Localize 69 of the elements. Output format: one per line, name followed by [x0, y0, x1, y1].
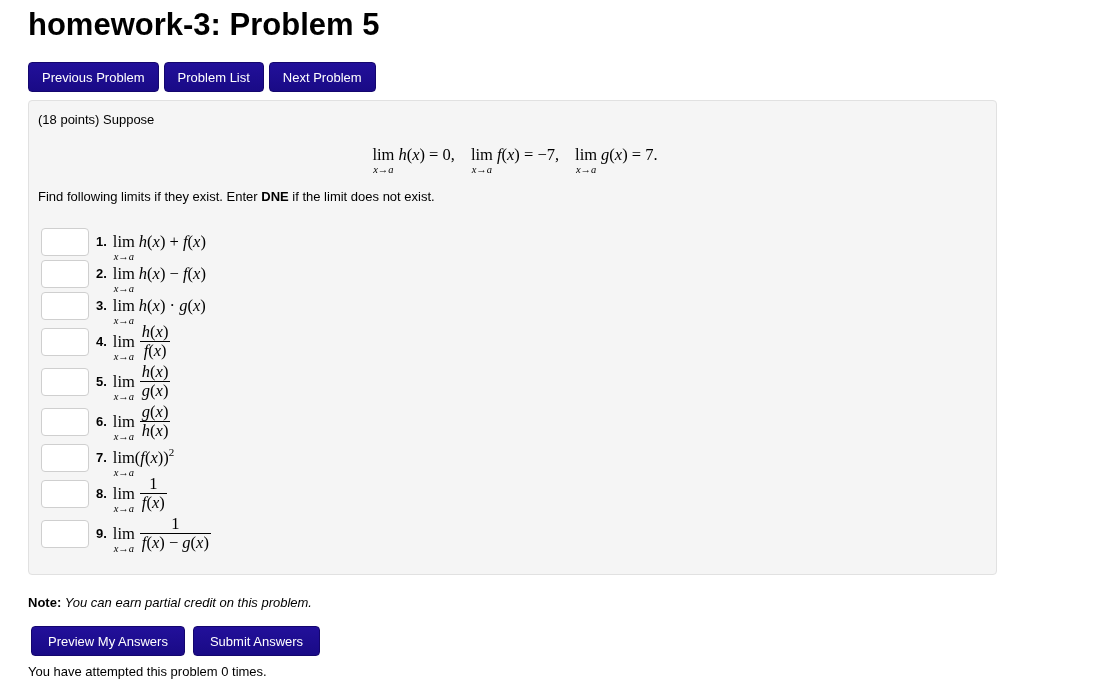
limit-operator: lim	[112, 484, 135, 503]
limit-subscript: x→a	[373, 164, 394, 175]
answer-field[interactable]	[41, 327, 89, 356]
action-button[interactable]: Submit Answers	[192, 626, 321, 656]
math-expression: g(x) = 7.	[601, 146, 658, 164]
limit-operator: lim	[112, 448, 135, 467]
limit-operator: lim	[112, 264, 135, 283]
nav-button[interactable]: Problem List	[163, 62, 264, 92]
part-number: 8.	[96, 486, 107, 501]
math-expression: h(x) = 0,	[398, 146, 455, 164]
note-text: Note: You can earn partial credit on this problem.	[28, 595, 313, 611]
part-number: 7.	[96, 450, 107, 465]
limit-operator: lim	[112, 372, 135, 391]
limit-operator: lim	[112, 412, 135, 431]
fraction-denominator: f(x)	[139, 341, 171, 360]
limit-subscript: x→a	[113, 350, 135, 362]
fraction-denominator: f(x)	[139, 493, 167, 512]
answer-field[interactable]	[41, 519, 89, 548]
limit-operator: lim	[112, 232, 135, 251]
limit-operator: lim	[112, 332, 135, 351]
answer-field[interactable]	[41, 443, 89, 472]
limit-operator: lim	[112, 524, 135, 543]
part-number: 1.	[96, 234, 107, 249]
limit-subscript: x→a	[113, 250, 135, 262]
limit-operator: lim	[470, 146, 493, 164]
answer-field[interactable]	[41, 291, 89, 320]
limit-operator: lim	[112, 296, 135, 315]
limit-subscript: x→a	[113, 430, 135, 442]
answer-field[interactable]	[41, 227, 89, 256]
limit-subscript: x→a	[113, 314, 135, 326]
attempts-text: You have attempted this problem 0 times.	[28, 665, 268, 678]
math-expression: f(x) = −7,	[496, 146, 560, 164]
limit-subscript: x→a	[113, 502, 135, 514]
intro-text: (18 points) Suppose	[38, 112, 156, 128]
limit-subscript: x→a	[113, 542, 135, 554]
limit-subscript: x→a	[575, 164, 597, 175]
nav-button[interactable]: Next Problem	[268, 62, 376, 92]
limit-subscript: x→a	[113, 282, 135, 294]
limit-operator: lim	[575, 146, 598, 164]
part-number: 2.	[96, 266, 107, 281]
action-button[interactable]: Preview My Answers	[31, 626, 185, 656]
part-number: 5.	[96, 374, 107, 389]
answer-field[interactable]	[41, 367, 89, 396]
fraction-numerator: h(x)	[140, 363, 170, 381]
part-number: 6.	[96, 414, 107, 429]
math-expression: h(x) · g(x)	[138, 296, 206, 315]
part-number: 4.	[96, 334, 107, 349]
part-number: 3.	[96, 298, 107, 313]
fraction-numerator: 1	[148, 475, 159, 493]
part-number: 9.	[96, 526, 107, 541]
math-expression: h(x) + f(x)	[138, 232, 206, 251]
fraction-denominator: g(x)	[139, 381, 171, 400]
fraction-numerator: h(x)	[140, 323, 170, 341]
fraction-numerator: 1	[170, 515, 181, 533]
answer-field[interactable]	[41, 259, 89, 288]
math-expression: (f(x))$^{2}$	[134, 448, 175, 467]
limit-subscript: x→a	[471, 164, 493, 175]
answer-field[interactable]	[41, 407, 89, 436]
limit-subscript: x→a	[113, 466, 135, 478]
fraction-numerator: g(x)	[140, 403, 170, 421]
math-expression: h(x) − f(x)	[138, 264, 206, 283]
instruction-text: Find following limits if they exist. Enter DNE if the limit does not exist.	[38, 189, 436, 205]
limit-subscript: x→a	[113, 390, 135, 402]
fraction-denominator: h(x)	[139, 421, 171, 440]
answer-field[interactable]	[41, 479, 89, 508]
fraction-denominator: f(x) − g(x)	[139, 533, 211, 552]
page-title: homework-3: Problem 5	[28, 7, 381, 43]
nav-button[interactable]: Previous Problem	[28, 62, 159, 92]
limit-operator: lim	[372, 146, 395, 164]
